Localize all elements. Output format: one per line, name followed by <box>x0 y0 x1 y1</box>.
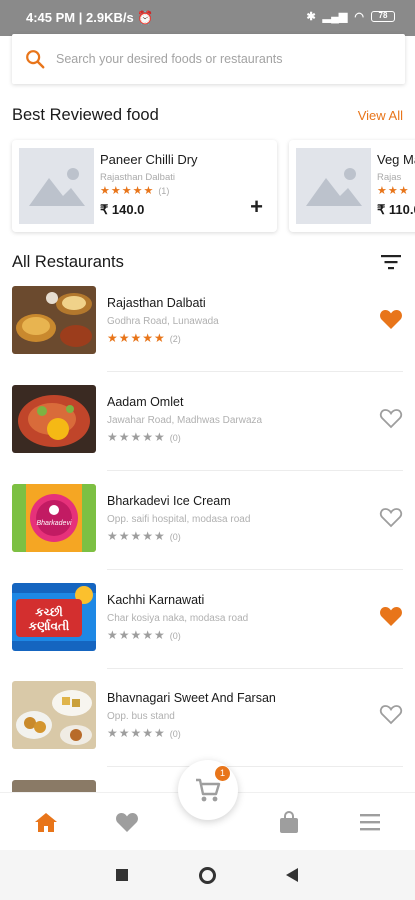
food-price: ₹ 110.0 <box>377 202 415 217</box>
restaurant-address: Godhra Road, Lunawada <box>107 316 219 327</box>
restaurant-name: Kachhi Karnawati <box>107 593 205 607</box>
restaurant-name: Bharkadevi Ice Cream <box>107 494 231 508</box>
cart-icon <box>196 778 221 802</box>
search-icon <box>26 50 45 69</box>
food-name: Paneer Chilli Dry <box>100 152 198 167</box>
restaurant-address: Char kosiya naka, modasa road <box>107 613 249 624</box>
home-system-button[interactable] <box>199 867 216 884</box>
restaurant-address: Jawahar Road, Madhwas Darwaza <box>107 415 263 426</box>
row-divider <box>107 766 403 767</box>
food-restaurant: Rajasthan Dalbati <box>100 172 175 183</box>
food-rating: ★★★★★ (1) <box>100 185 170 197</box>
food-price: ₹ 140.0 <box>100 202 145 217</box>
restaurant-photo <box>12 681 96 749</box>
back-button[interactable] <box>286 868 298 882</box>
restaurant-rating: ★★★★★ (0) <box>107 430 181 444</box>
restaurant-row[interactable]: કચ્છી કર્ણાવતી Kachhi Karnawati Char kos… <box>0 583 415 681</box>
restaurant-name: Rajasthan Dalbati <box>107 296 206 310</box>
cart-badge: 1 <box>215 766 230 781</box>
restaurant-address: Opp. bus stand <box>107 711 175 722</box>
status-icons: ✱ ▂▄▆ ◠ 78 <box>306 10 395 23</box>
heart-icon[interactable] <box>115 811 139 833</box>
restaurant-row[interactable]: Rajasthan Dalbati Godhra Road, Lunawada … <box>0 286 415 384</box>
bag-icon[interactable] <box>277 811 301 833</box>
image-placeholder-icon <box>28 168 85 206</box>
favorite-heart-icon[interactable] <box>379 605 403 627</box>
favorite-heart-outline-icon[interactable] <box>379 506 403 528</box>
row-divider <box>107 569 403 570</box>
restaurant-address: Opp. saifi hospital, modasa road <box>107 514 251 525</box>
restaurant-name: Bhavnagari Sweet And Farsan <box>107 691 276 705</box>
menu-icon[interactable] <box>358 811 382 833</box>
restaurant-photo: કચ્છી કર્ણાવતી <box>12 583 96 651</box>
restaurant-rating: ★★★★★ (2) <box>107 331 181 345</box>
wifi-icon: ◠ <box>354 11 364 23</box>
add-to-cart-button[interactable]: + <box>250 196 263 218</box>
filter-icon[interactable] <box>381 254 401 270</box>
cart-button[interactable]: 1 <box>178 760 238 820</box>
recents-button[interactable] <box>116 869 128 881</box>
row-divider <box>107 371 403 372</box>
alarm-icon: ⏰ <box>137 10 154 25</box>
system-navigation-bar <box>0 850 415 900</box>
image-placeholder-icon <box>305 168 362 206</box>
favorite-heart-icon[interactable] <box>379 308 403 330</box>
row-divider <box>107 668 403 669</box>
row-divider <box>107 470 403 471</box>
search-input[interactable] <box>56 52 376 66</box>
restaurant-rating: ★★★★★ (0) <box>107 628 181 642</box>
signal-icon: ▂▄▆ <box>322 11 348 23</box>
status-time: 4:45 PM | 2.9KB/s ⏰ <box>26 10 154 25</box>
home-icon[interactable] <box>34 811 58 833</box>
restaurant-row[interactable]: Aadam Omlet Jawahar Road, Madhwas Darwaz… <box>0 385 415 483</box>
restaurant-photo-partial <box>12 780 96 792</box>
status-bar: 4:45 PM | 2.9KB/s ⏰ ✱ ▂▄▆ ◠ 78 <box>0 0 415 36</box>
restaurant-photo <box>12 385 96 453</box>
food-rating: ★★★ <box>377 185 410 197</box>
bluetooth-icon: ✱ <box>306 11 316 23</box>
food-card[interactable]: Veg Ma Rajas ★★★ ₹ 110.0 <box>289 140 415 232</box>
battery-icon: 78 <box>371 11 395 22</box>
food-image-placeholder <box>19 148 94 224</box>
restaurant-name: Aadam Omlet <box>107 395 184 409</box>
food-restaurant: Rajas <box>377 172 402 183</box>
restaurant-rating: ★★★★★ (0) <box>107 726 181 740</box>
food-image-placeholder <box>296 148 371 224</box>
search-bar[interactable] <box>12 34 405 84</box>
food-card[interactable]: Paneer Chilli Dry Rajasthan Dalbati ★★★★… <box>12 140 277 232</box>
favorite-heart-outline-icon[interactable] <box>379 703 403 725</box>
restaurant-rating: ★★★★★ (0) <box>107 529 181 543</box>
restaurant-logo-text: Bharkadevi <box>36 520 72 527</box>
best-reviewed-title: Best Reviewed food <box>12 106 159 124</box>
restaurant-photo <box>12 286 96 354</box>
restaurant-row[interactable]: Bharkadevi Bharkadevi Ice Cream Opp. sai… <box>0 484 415 582</box>
food-name: Veg Ma <box>377 152 415 167</box>
restaurant-photo: Bharkadevi <box>12 484 96 552</box>
restaurant-logo-text: કચ્છી કર્ણાવતી <box>28 605 70 633</box>
favorite-heart-outline-icon[interactable] <box>379 407 403 429</box>
view-all-link[interactable]: View All <box>358 108 403 123</box>
all-restaurants-title: All Restaurants <box>12 253 124 271</box>
